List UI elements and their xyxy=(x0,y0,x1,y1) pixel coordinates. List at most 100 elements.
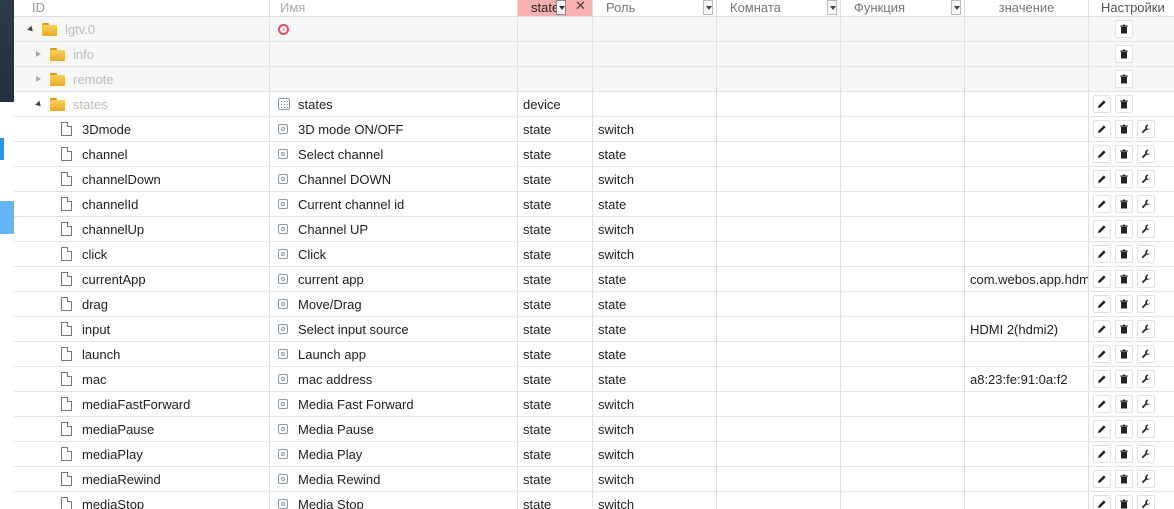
delete-button[interactable] xyxy=(1115,495,1133,509)
type-dropdown-button[interactable] xyxy=(556,0,566,15)
edit-button[interactable] xyxy=(1093,495,1111,509)
room-dropdown-button[interactable] xyxy=(827,0,837,15)
edit-button[interactable] xyxy=(1093,345,1111,363)
room-cell xyxy=(717,242,841,266)
edit-button[interactable] xyxy=(1093,445,1111,463)
tree-row[interactable]: mac mac address state state a8:23:fe:91:0a:f… xyxy=(14,367,1174,392)
tree-row[interactable]: lgtv.0 xyxy=(14,17,1174,42)
edit-button[interactable] xyxy=(1093,245,1111,263)
delete-button[interactable] xyxy=(1115,370,1133,388)
room-cell xyxy=(717,92,841,116)
edit-button[interactable] xyxy=(1093,95,1111,113)
edit-button[interactable] xyxy=(1093,420,1111,438)
settings-button[interactable] xyxy=(1137,295,1155,313)
delete-button[interactable] xyxy=(1115,195,1133,213)
settings-button[interactable] xyxy=(1137,420,1155,438)
edit-button[interactable] xyxy=(1093,320,1111,338)
settings-button[interactable] xyxy=(1137,270,1155,288)
role-dropdown-button[interactable] xyxy=(703,0,713,15)
tree-row[interactable]: mediaFastForward Media Fast Forward state s… xyxy=(14,392,1174,417)
edit-button[interactable] xyxy=(1093,145,1111,163)
expand-icon[interactable] xyxy=(36,76,41,82)
edit-button[interactable] xyxy=(1093,295,1111,313)
header-type-filter[interactable]: state ✕ xyxy=(518,0,593,16)
collapse-icon[interactable] xyxy=(27,25,35,33)
delete-button[interactable] xyxy=(1115,395,1133,413)
clear-type-filter-icon[interactable]: ✕ xyxy=(575,0,586,14)
function-cell xyxy=(841,167,965,191)
delete-button[interactable] xyxy=(1115,270,1133,288)
settings-button[interactable] xyxy=(1137,345,1155,363)
pencil-icon xyxy=(1097,249,1107,259)
tree-row[interactable]: channelUp Channel UP state switch xyxy=(14,217,1174,242)
edit-button[interactable] xyxy=(1093,195,1111,213)
settings-button[interactable] xyxy=(1137,470,1155,488)
edit-button[interactable] xyxy=(1093,170,1111,188)
delete-button[interactable] xyxy=(1115,120,1133,138)
header-role-filter[interactable]: Роль xyxy=(593,0,717,16)
delete-button[interactable] xyxy=(1115,320,1133,338)
tree-row[interactable]: info xyxy=(14,42,1174,67)
tree-row[interactable]: input Select input source state state HDMI 2… xyxy=(14,317,1174,342)
type-cell: state xyxy=(518,342,593,366)
delete-button[interactable] xyxy=(1115,245,1133,263)
edit-button[interactable] xyxy=(1093,470,1111,488)
tree-row[interactable]: click Click state switch xyxy=(14,242,1174,267)
delete-button[interactable] xyxy=(1115,20,1133,38)
trash-icon xyxy=(1119,24,1129,34)
tree-row[interactable]: remote xyxy=(14,67,1174,92)
collapse-icon[interactable] xyxy=(35,100,43,108)
delete-button[interactable] xyxy=(1115,70,1133,88)
delete-button[interactable] xyxy=(1115,295,1133,313)
header-room-filter[interactable]: Комната xyxy=(717,0,841,16)
object-id: input xyxy=(82,321,111,337)
settings-button[interactable] xyxy=(1137,445,1155,463)
delete-button[interactable] xyxy=(1115,220,1133,238)
function-dropdown-button[interactable] xyxy=(951,0,961,15)
edit-button[interactable] xyxy=(1093,220,1111,238)
state-file-icon xyxy=(61,472,72,486)
header-function-filter[interactable]: Функция xyxy=(841,0,965,16)
settings-button[interactable] xyxy=(1137,170,1155,188)
tree-row[interactable]: channelDown Channel DOWN state switch xyxy=(14,167,1174,192)
role-cell xyxy=(593,42,717,66)
tree-row[interactable]: channel Select channel state state xyxy=(14,142,1174,167)
settings-button[interactable] xyxy=(1137,245,1155,263)
edit-button[interactable] xyxy=(1093,120,1111,138)
tree-row[interactable]: mediaPlay Media Play state switch xyxy=(14,442,1174,467)
settings-button[interactable] xyxy=(1137,370,1155,388)
header-name-filter[interactable]: Имя xyxy=(270,0,518,16)
tree-row[interactable]: states states device xyxy=(14,92,1174,117)
delete-button[interactable] xyxy=(1115,45,1133,63)
tree-row[interactable]: currentApp current app state state com.webos… xyxy=(14,267,1174,292)
edit-button[interactable] xyxy=(1093,395,1111,413)
delete-button[interactable] xyxy=(1115,420,1133,438)
header-id-filter[interactable]: ID xyxy=(14,0,270,16)
edit-button[interactable] xyxy=(1093,270,1111,288)
delete-button[interactable] xyxy=(1115,145,1133,163)
object-role: state xyxy=(598,371,627,387)
edit-button[interactable] xyxy=(1093,370,1111,388)
tree-row[interactable]: mediaRewind Media Rewind state switch xyxy=(14,467,1174,492)
tree-row[interactable]: launch Launch app state state xyxy=(14,342,1174,367)
delete-button[interactable] xyxy=(1115,95,1133,113)
settings-button[interactable] xyxy=(1137,495,1155,509)
side-panel-button[interactable] xyxy=(0,201,14,234)
settings-button[interactable] xyxy=(1137,195,1155,213)
tree-row[interactable]: mediaStop Media Stop state switch xyxy=(14,492,1174,509)
settings-button[interactable] xyxy=(1137,120,1155,138)
tree-row[interactable]: 3Dmode 3D mode ON/OFF state switch xyxy=(14,117,1174,142)
value-cell xyxy=(965,242,1089,266)
tree-row[interactable]: drag Move/Drag state state xyxy=(14,292,1174,317)
settings-button[interactable] xyxy=(1137,320,1155,338)
delete-button[interactable] xyxy=(1115,170,1133,188)
delete-button[interactable] xyxy=(1115,345,1133,363)
delete-button[interactable] xyxy=(1115,445,1133,463)
tree-row[interactable]: channelId Current channel id state state xyxy=(14,192,1174,217)
settings-button[interactable] xyxy=(1137,395,1155,413)
expand-icon[interactable] xyxy=(36,51,41,57)
settings-button[interactable] xyxy=(1137,145,1155,163)
tree-row[interactable]: mediaPause Media Pause state switch xyxy=(14,417,1174,442)
delete-button[interactable] xyxy=(1115,470,1133,488)
settings-button[interactable] xyxy=(1137,220,1155,238)
